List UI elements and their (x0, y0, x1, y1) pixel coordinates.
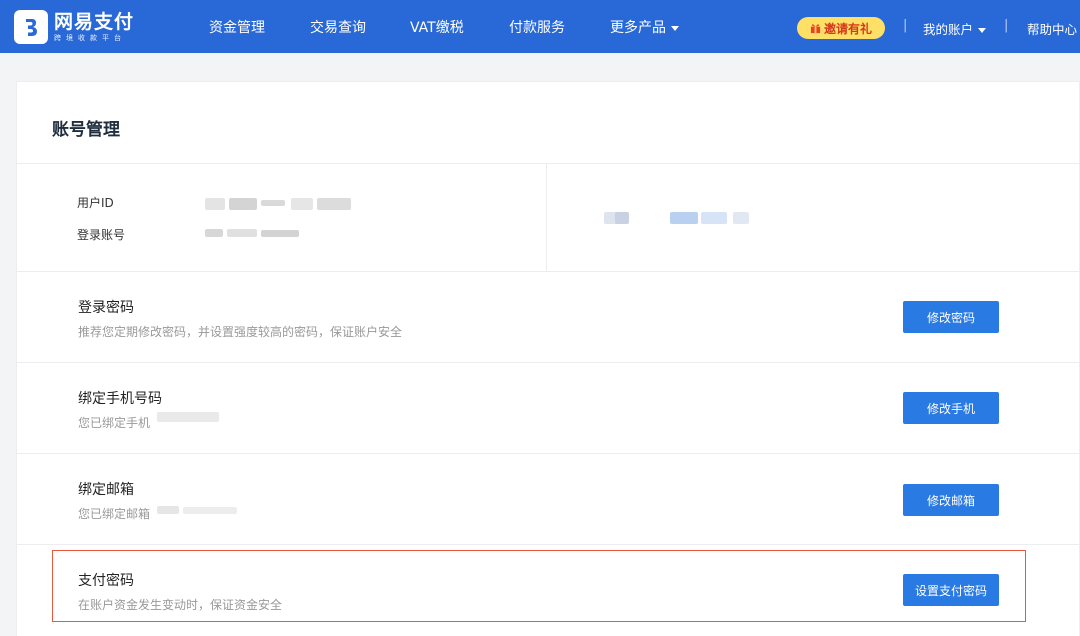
divider (17, 271, 1080, 272)
gift-icon (810, 23, 821, 33)
nav-separator: | (1004, 18, 1009, 33)
login-account-label: 登录账号 (77, 228, 126, 242)
divider (17, 453, 1080, 454)
invite-badge-button[interactable]: 邀请有礼 (797, 17, 885, 39)
change-phone-button[interactable]: 修改手机 (903, 392, 999, 424)
page-title: 账号管理 (52, 120, 120, 140)
nav-item-transactions[interactable]: 交易查询 (310, 17, 366, 37)
my-account-label: 我的账户 (923, 22, 974, 37)
more-products-label: 更多产品 (610, 20, 666, 36)
user-id-label: 用户ID (77, 196, 114, 210)
bind-phone-description: 您已绑定手机 (78, 416, 151, 430)
nav-separator: | (903, 18, 908, 33)
change-password-button[interactable]: 修改密码 (903, 301, 999, 333)
divider (17, 163, 1080, 164)
divider (17, 362, 1080, 363)
chevron-down-icon (671, 25, 679, 31)
nav-item-payment-services[interactable]: 付款服务 (509, 17, 565, 37)
help-center-link[interactable]: 帮助中心 (1027, 19, 1077, 38)
top-navigation-bar: 网易支付 跨境收款平台 资金管理 交易查询 VAT缴税 付款服务 更多产品 邀请… (0, 0, 1080, 53)
my-account-menu[interactable]: 我的账户 (923, 19, 987, 38)
nav-item-vat[interactable]: VAT缴税 (410, 17, 464, 37)
nav-item-more-products[interactable]: 更多产品 (610, 17, 679, 37)
bind-email-description: 您已绑定邮箱 (78, 507, 151, 521)
logo-icon (14, 10, 48, 44)
brand-name: 网易支付 (54, 10, 135, 33)
bind-email-title: 绑定邮箱 (78, 482, 134, 498)
bind-phone-title: 绑定手机号码 (78, 391, 162, 407)
info-divider (546, 163, 547, 271)
brand-logo[interactable]: 网易支付 跨境收款平台 (14, 10, 134, 44)
divider (17, 544, 1080, 545)
payment-password-highlight-box (52, 550, 1026, 622)
change-email-button[interactable]: 修改邮箱 (903, 484, 999, 516)
login-password-description: 推荐您定期修改密码，并设置强度较高的密码，保证账户安全 (78, 325, 403, 339)
login-password-title: 登录密码 (78, 300, 134, 316)
invite-label: 邀请有礼 (823, 21, 872, 36)
brand-tagline: 跨境收款平台 (54, 33, 126, 42)
chevron-down-icon (978, 28, 987, 33)
nav-item-funds[interactable]: 资金管理 (209, 17, 265, 37)
